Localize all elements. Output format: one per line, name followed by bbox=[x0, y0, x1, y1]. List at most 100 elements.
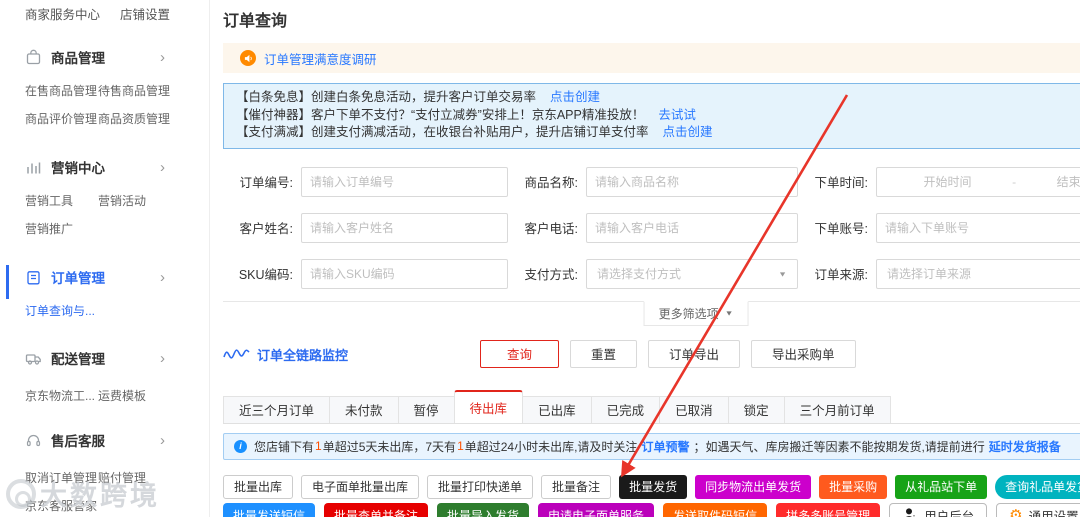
bulk-print-waybill-button[interactable]: 批量打印快递单 bbox=[427, 474, 534, 499]
monitor-link-label: 订单全链路监控 bbox=[257, 347, 349, 363]
sidebar-item-marketing-promotion[interactable]: 营销推广 bbox=[25, 220, 98, 237]
start-date-placeholder: 开始时间 bbox=[923, 175, 972, 189]
tab-before-three-months[interactable]: 三个月前订单 bbox=[783, 395, 891, 423]
sidebar-item-product-qualification[interactable]: 商品资质管理 bbox=[98, 110, 209, 127]
sidebar-link-merchant-service-center[interactable]: 商家服务中心 bbox=[25, 4, 100, 23]
sidebar-link-shop-settings[interactable]: 店铺设置 bbox=[120, 4, 170, 23]
field-label: 客户姓名: bbox=[239, 222, 293, 236]
send-pickup-code-sms-button[interactable]: 发送取件码短信 bbox=[663, 502, 768, 517]
date-range-picker[interactable]: 开始时间 - 结束时间 bbox=[876, 166, 1080, 197]
promo-create-link-2[interactable]: 点击创建 bbox=[663, 125, 713, 139]
delayed-shipping-report-link[interactable]: 延时发货报备 bbox=[989, 438, 1061, 455]
order-chain-monitor-link[interactable]: 订单全链路监控 bbox=[223, 345, 348, 364]
chevron-right-icon: › bbox=[160, 349, 165, 367]
customer-name-input[interactable] bbox=[301, 212, 508, 243]
ewaybill-bulk-outbound-button[interactable]: 电子面单批量出库 bbox=[301, 474, 420, 499]
customer-phone-input[interactable] bbox=[586, 212, 798, 243]
filter-divider: 更多筛选项 ▼ bbox=[223, 300, 1080, 327]
sidebar-section-title: 商品管理 bbox=[51, 51, 105, 66]
truck-icon bbox=[25, 350, 42, 367]
field-order-source: 订单来源: 请选择订单来源 ▼ bbox=[798, 258, 1080, 289]
tab-outbound[interactable]: 已出库 bbox=[522, 395, 592, 423]
reset-button[interactable]: 重置 bbox=[570, 339, 638, 368]
chevron-right-icon: › bbox=[160, 268, 165, 286]
sidebar-item-compensation-management[interactable]: 赔付管理 bbox=[98, 469, 209, 486]
order-number-input[interactable] bbox=[301, 166, 508, 197]
chevron-right-icon: › bbox=[160, 48, 165, 66]
more-filters-toggle[interactable]: 更多筛选项 ▼ bbox=[643, 300, 749, 326]
pdd-account-management-button[interactable]: 拼多多账号管理 bbox=[776, 502, 881, 517]
order-warning-link[interactable]: 订单预警 bbox=[641, 438, 689, 455]
sidebar-item-marketing-tools[interactable]: 营销工具 bbox=[25, 192, 98, 209]
sidebar-item-jd-logistics[interactable]: 京东物流工... bbox=[25, 387, 98, 404]
bulk-remark-button[interactable]: 批量备注 bbox=[541, 474, 612, 499]
general-settings-button[interactable]: ⚙ 通用设置 bbox=[996, 502, 1080, 517]
sidebar-item-cancel-order-management[interactable]: 取消订单管理 bbox=[25, 469, 98, 486]
sidebar-item-order-query[interactable]: 订单查询与... bbox=[25, 302, 98, 319]
sidebar-section-product-management[interactable]: 商品管理 › bbox=[25, 47, 209, 67]
field-customer-name: 客户姓名: bbox=[223, 212, 508, 243]
form-row-1: 订单编号: 商品名称: 下单时间: 开始时间 - 结束时间 bbox=[223, 166, 1080, 197]
survey-link[interactable]: 订单管理满意度调研 bbox=[264, 49, 377, 68]
field-label: 商品名称: bbox=[524, 176, 578, 190]
bag-icon bbox=[25, 49, 42, 66]
field-order-time: 下单时间: 开始时间 - 结束时间 bbox=[798, 166, 1080, 197]
sidebar-top-links: 商家服务中心 店铺设置 bbox=[25, 4, 209, 23]
promo-create-link-1[interactable]: 点击创建 bbox=[550, 90, 600, 104]
bulk-send-sms-button[interactable]: 批量发送短信 bbox=[223, 502, 316, 517]
page-title: 订单查询 bbox=[223, 13, 288, 30]
chevron-right-icon: › bbox=[160, 431, 165, 449]
buyer-account-input[interactable] bbox=[876, 212, 1080, 243]
bulk-ship-button[interactable]: 批量发货 bbox=[619, 474, 688, 499]
sidebar-section-title: 售后客服 bbox=[51, 434, 105, 449]
field-customer-phone: 客户电话: bbox=[508, 212, 798, 243]
sidebar-section-aftersales-service[interactable]: 售后客服 › bbox=[25, 430, 209, 450]
user-admin-button[interactable]: 用户后台 bbox=[889, 502, 988, 517]
sidebar-item-freight-template[interactable]: 运费模板 bbox=[98, 387, 209, 404]
bulk-outbound-button[interactable]: 批量出库 bbox=[223, 474, 294, 499]
action-buttons: 查询 重置 订单导出 导出采购单 bbox=[480, 339, 856, 368]
bulk-import-shipping-button[interactable]: 批量导入发货 bbox=[437, 502, 530, 517]
tab-paused[interactable]: 暂停 bbox=[397, 395, 455, 423]
sku-code-input[interactable] bbox=[301, 258, 508, 289]
query-button[interactable]: 查询 bbox=[480, 339, 560, 368]
export-orders-button[interactable]: 订单导出 bbox=[648, 339, 741, 368]
tab-last-three-months[interactable]: 近三个月订单 bbox=[223, 395, 331, 423]
payment-method-select[interactable]: 请选择支付方式 ▼ bbox=[586, 258, 798, 289]
tab-locked[interactable]: 锁定 bbox=[727, 395, 785, 423]
promo-line: 【支付满减】创建支付满减活动，在收银台补贴用户，提升店铺订单支付率 点击创建 bbox=[236, 124, 1080, 142]
sidebar-item-presale-products[interactable]: 待售商品管理 bbox=[98, 82, 209, 99]
order-status-tabs: 近三个月订单 未付款 暂停 待出库 已出库 已完成 已取消 锁定 三个月前订单 bbox=[223, 389, 1080, 424]
gift-station-order-button[interactable]: 从礼品站下单 bbox=[895, 474, 988, 499]
order-source-select[interactable]: 请选择订单来源 ▼ bbox=[876, 258, 1080, 289]
alert-text: 单超过5天未出库，7天有 bbox=[322, 439, 457, 454]
sidebar-item-marketing-activities[interactable]: 营销活动 bbox=[98, 192, 209, 209]
clipboard-icon bbox=[25, 269, 42, 286]
export-purchase-button[interactable]: 导出采购单 bbox=[751, 339, 856, 368]
sidebar-section-delivery-management[interactable]: 配送管理 › bbox=[25, 348, 209, 368]
tab-completed[interactable]: 已完成 bbox=[590, 395, 661, 423]
sidebar-section-order-management[interactable]: 订单管理 › bbox=[6, 265, 209, 299]
sync-logistics-ship-button[interactable]: 同步物流出单发货 bbox=[695, 474, 812, 499]
sidebar-item-onsale-products[interactable]: 在售商品管理 bbox=[25, 82, 98, 99]
select-placeholder: 请选择订单来源 bbox=[887, 267, 972, 281]
sidebar-section-marketing-center[interactable]: 营销中心 › bbox=[25, 157, 209, 177]
warehouse-alert-bar: i 您店铺下有 1 单超过5天未出库，7天有 1 单超过24小时未出库,请及时关注 订单… bbox=[223, 432, 1080, 460]
bulk-purchase-button[interactable]: 批量采购 bbox=[819, 474, 888, 499]
apply-ewaybill-service-button[interactable]: 申请电子面单服务 bbox=[538, 502, 655, 517]
product-name-input[interactable] bbox=[586, 166, 798, 197]
sidebar-section-title: 配送管理 bbox=[51, 352, 105, 367]
tab-unpaid[interactable]: 未付款 bbox=[329, 395, 399, 423]
tab-pending-outbound[interactable]: 待出库 bbox=[453, 389, 524, 423]
bar-chart-icon bbox=[25, 159, 42, 176]
sidebar-item-product-reviews[interactable]: 商品评价管理 bbox=[25, 110, 98, 127]
tab-cancelled[interactable]: 已取消 bbox=[659, 395, 729, 423]
alert-count: 1 bbox=[315, 439, 322, 453]
bulk-check-and-remark-button[interactable]: 批量查单并备注 bbox=[324, 502, 429, 517]
promo-try-link[interactable]: 去试试 bbox=[658, 108, 696, 122]
sidebar-item-jd-customer-service[interactable]: 京东客服管家 bbox=[25, 497, 98, 514]
query-gift-order-shipping-button[interactable]: 查询礼品单发货 bbox=[995, 474, 1080, 499]
field-sku-code: SKU编码: bbox=[223, 258, 508, 289]
sidebar: 商家服务中心 店铺设置 商品管理 › 在售商品管理 待售商品管理 商品评价管理 … bbox=[0, 0, 210, 517]
main-content: 订单查询 订单管理满意度调研 【白条免息】创建白条免息活动，提升客户订单交易率点… bbox=[210, 0, 1080, 517]
